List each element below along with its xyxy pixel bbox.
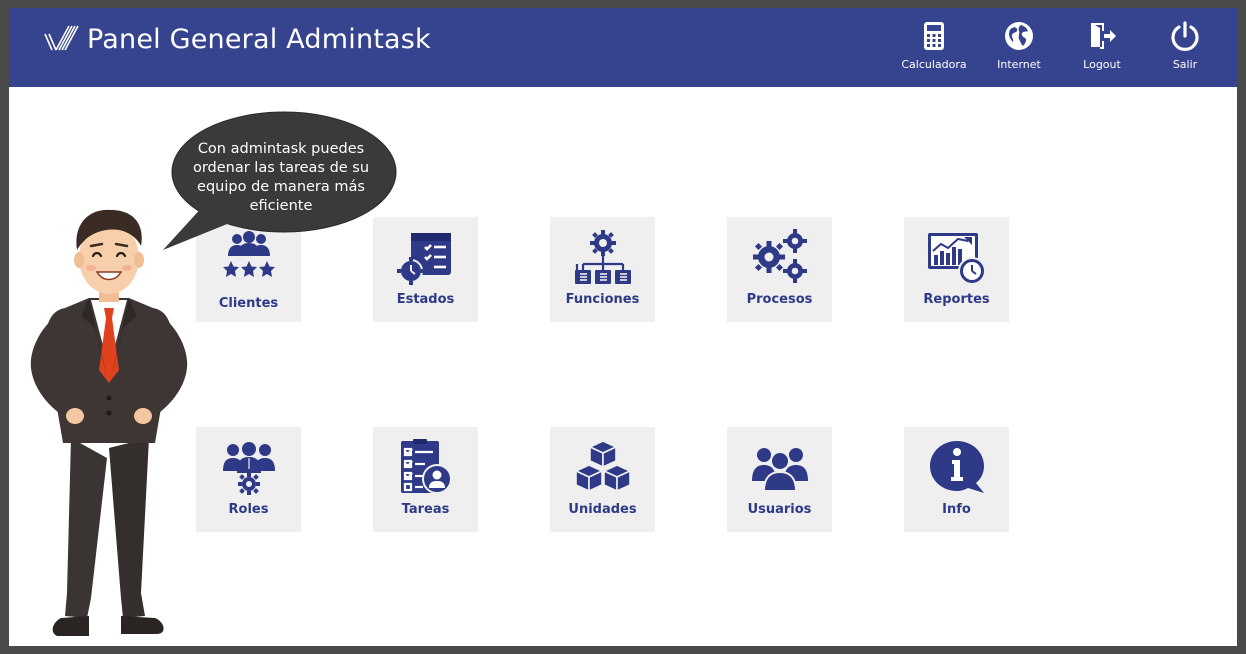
internet-button[interactable]: Internet xyxy=(981,20,1057,78)
tile-label: Tareas xyxy=(401,502,450,517)
header-bar: Panel General Admintask Calculadora Inte… xyxy=(9,8,1237,87)
logout-icon xyxy=(1091,23,1116,49)
tile-label: Unidades xyxy=(568,502,637,517)
reports-icon xyxy=(928,233,986,285)
processes-icon xyxy=(753,229,807,283)
tile-label: Procesos xyxy=(746,292,813,307)
tile-label: Estados xyxy=(396,292,455,307)
internet-label: Internet xyxy=(997,58,1041,71)
globe-icon xyxy=(1005,22,1033,50)
bubble-line: Con admintask puedes xyxy=(197,141,365,157)
tasks-icon xyxy=(401,439,452,494)
tile-label: Funciones xyxy=(565,292,640,307)
units-icon xyxy=(575,440,631,492)
bubble-line: ordenar las tareas de su xyxy=(192,160,370,176)
bubble-line: equipo de manera más xyxy=(197,179,365,195)
page-title: Panel General Admintask xyxy=(87,24,431,55)
logout-button[interactable]: Logout xyxy=(1064,20,1140,78)
users-icon xyxy=(752,448,808,492)
info-icon xyxy=(930,441,984,493)
tile-procesos[interactable]: Procesos xyxy=(727,217,832,322)
brand-logo-icon xyxy=(44,25,79,51)
tile-funciones[interactable]: Funciones xyxy=(550,217,655,322)
tile-tareas[interactable]: Tareas xyxy=(373,427,478,532)
tile-label: Info xyxy=(942,502,971,517)
functions-icon xyxy=(575,230,631,284)
roles-icon xyxy=(223,442,275,495)
calculator-icon xyxy=(924,22,944,50)
calculator-label: Calculadora xyxy=(901,58,967,71)
tile-unidades[interactable]: Unidades xyxy=(550,427,655,532)
logout-label: Logout xyxy=(1083,58,1121,71)
exit-button[interactable]: Salir xyxy=(1147,20,1223,78)
calculator-button[interactable]: Calculadora xyxy=(896,20,972,78)
businessman-illustration xyxy=(30,209,188,636)
tile-reportes[interactable]: Reportes xyxy=(904,217,1009,322)
tile-info[interactable]: Info xyxy=(904,427,1009,532)
app-frame: Panel General Admintask Calculadora Inte… xyxy=(9,8,1237,646)
exit-label: Salir xyxy=(1172,58,1198,71)
tile-label: Reportes xyxy=(923,292,990,307)
status-icon xyxy=(397,233,451,285)
power-icon xyxy=(1171,21,1199,51)
tile-usuarios[interactable]: Usuarios xyxy=(727,427,832,532)
tile-label: Usuarios xyxy=(747,502,812,517)
